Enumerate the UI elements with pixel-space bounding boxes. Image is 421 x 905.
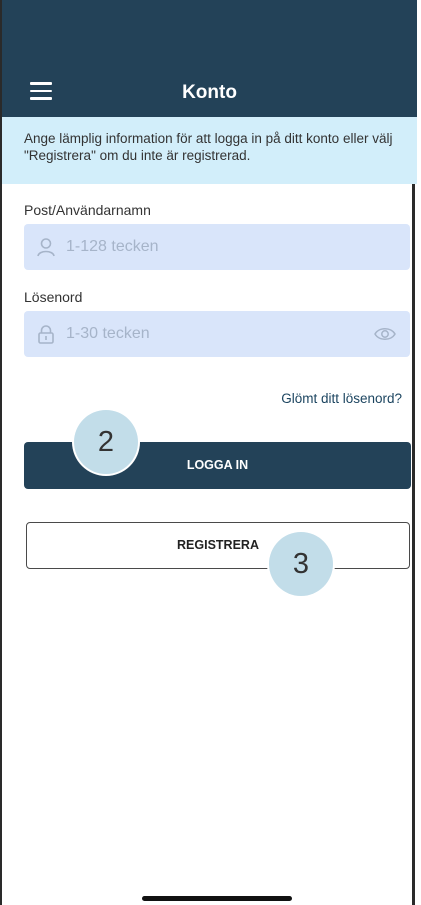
step-marker-2: 2 bbox=[74, 410, 138, 474]
username-placeholder: 1-128 tecken bbox=[66, 238, 159, 255]
lock-icon bbox=[38, 325, 54, 344]
register-button[interactable]: REGISTRERA bbox=[26, 522, 410, 569]
username-label: Post/Användarnamn bbox=[24, 202, 151, 218]
password-field[interactable]: 1-30 tecken bbox=[24, 311, 410, 357]
eye-icon[interactable] bbox=[374, 324, 396, 344]
username-field[interactable]: 1-128 tecken bbox=[24, 224, 410, 270]
password-placeholder: 1-30 tecken bbox=[66, 325, 150, 342]
app-header: Konto bbox=[2, 0, 417, 117]
app-frame: Konto Ange lämplig information för att l… bbox=[0, 0, 417, 905]
step-marker-3: 3 bbox=[269, 532, 333, 596]
user-icon bbox=[37, 238, 55, 257]
forgot-password-link[interactable]: Glömt ditt lösenord? bbox=[281, 391, 402, 406]
page-title: Konto bbox=[182, 82, 237, 103]
info-banner: Ange lämplig information för att logga i… bbox=[2, 117, 417, 184]
password-label: Lösenord bbox=[24, 289, 83, 305]
home-indicator bbox=[142, 896, 292, 901]
